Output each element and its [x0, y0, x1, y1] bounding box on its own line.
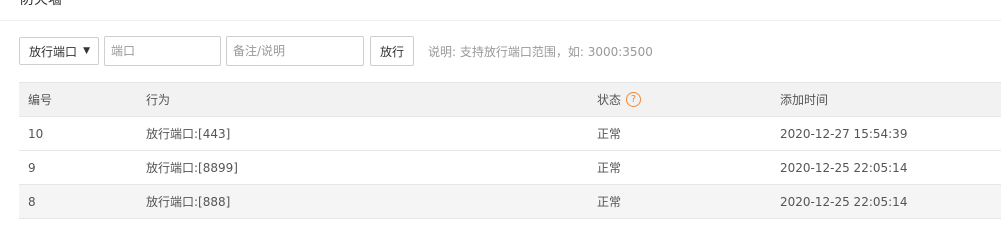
- column-header-status-label: 状态: [597, 93, 622, 107]
- caret-down-icon: ▼: [83, 46, 90, 56]
- cell-status: 正常: [597, 127, 622, 141]
- cell-time: 2020-12-25 22:05:14: [780, 194, 908, 209]
- remark-input[interactable]: [226, 36, 364, 66]
- column-header-time: 添加时间: [780, 93, 829, 107]
- cell-status: 正常: [597, 195, 622, 209]
- table-row: 8 放行端口:[888] 正常 2020-12-25 22:05:14: [19, 185, 1001, 219]
- cell-time: 2020-12-25 22:05:14: [780, 160, 908, 175]
- rules-table: 编号 行为 状态 ? 添加时间 10 放行端口:[443] 正常 2020-12…: [19, 82, 1001, 219]
- allow-button[interactable]: 放行: [370, 36, 414, 66]
- column-header-action: 行为: [146, 93, 171, 107]
- action-select-value: 放行端口: [29, 44, 78, 59]
- cell-action: 放行端口:[443]: [146, 127, 231, 141]
- cell-status: 正常: [597, 161, 622, 175]
- cell-action: 放行端口:[888]: [146, 195, 231, 209]
- cell-id: 10: [28, 126, 44, 141]
- toolbar: 放行端口 ▼ 放行 说明: 支持放行端口范围，如: 3000:3500: [19, 36, 653, 66]
- cell-id: 9: [28, 160, 36, 175]
- panel-header: 防火墙: [0, 0, 1001, 21]
- action-select[interactable]: 放行端口 ▼: [19, 37, 99, 65]
- cell-action: 放行端口:[8899]: [146, 161, 238, 175]
- table-row: 9 放行端口:[8899] 正常 2020-12-25 22:05:14: [19, 151, 1001, 185]
- port-input[interactable]: [104, 36, 221, 66]
- question-circle-icon[interactable]: ?: [626, 92, 642, 107]
- cell-id: 8: [28, 194, 36, 209]
- column-header-status: 状态 ?: [597, 83, 642, 116]
- column-header-id: 编号: [28, 93, 53, 107]
- hint-text: 说明: 支持放行端口范围，如: 3000:3500: [428, 44, 653, 59]
- cell-time: 2020-12-27 15:54:39: [780, 126, 908, 141]
- table-header-row: 编号 行为 状态 ? 添加时间: [19, 83, 1001, 117]
- table-row: 10 放行端口:[443] 正常 2020-12-27 15:54:39: [19, 117, 1001, 151]
- panel-title: 防火墙: [20, 0, 62, 8]
